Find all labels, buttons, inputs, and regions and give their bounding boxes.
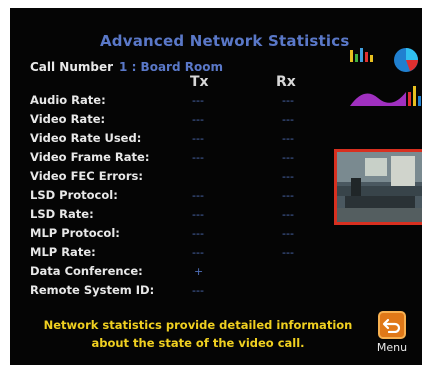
page-title: Advanced Network Statistics: [100, 32, 350, 50]
call-number-label: Call Number: [30, 60, 114, 74]
tx-data-conference: +: [194, 265, 204, 278]
menu-button[interactable]: Menu: [375, 311, 409, 359]
far-end-video-thumbnail: [334, 149, 422, 225]
row-label-video-rate-used: Video Rate Used:: [30, 131, 142, 145]
row-label-data-conference: Data Conference:: [30, 264, 143, 278]
call-number-value: 1 : Board Room: [119, 60, 223, 74]
tx-audio-rate: ---: [192, 94, 204, 107]
tx-lsd-rate: ---: [192, 208, 204, 221]
row-label-mlp-rate: MLP Rate:: [30, 245, 96, 259]
rx-lsd-protocol: ---: [282, 189, 294, 202]
tx-lsd-protocol: ---: [192, 189, 204, 202]
statistics-chart-icon: [350, 48, 421, 106]
rx-video-frame-rate: ---: [282, 151, 294, 164]
rx-audio-rate: ---: [282, 94, 294, 107]
rx-video-rate-used: ---: [282, 132, 294, 145]
return-arrow-icon: [378, 311, 406, 339]
tx-remote-system-id: ---: [192, 284, 204, 297]
info-message: Network statistics provide detailed info…: [43, 318, 353, 350]
rx-mlp-protocol: ---: [282, 227, 294, 240]
row-label-audio-rate: Audio Rate:: [30, 93, 106, 107]
rx-mlp-rate: ---: [282, 246, 294, 259]
row-label-video-fec-errors: Video FEC Errors:: [30, 169, 143, 183]
conference-room-image: [337, 152, 422, 222]
row-label-video-frame-rate: Video Frame Rate:: [30, 150, 150, 164]
row-label-lsd-protocol: LSD Protocol:: [30, 188, 118, 202]
call-number-row: Call Number 1 : Board Room: [30, 60, 223, 74]
row-label-lsd-rate: LSD Rate:: [30, 207, 94, 221]
row-label-mlp-protocol: MLP Protocol:: [30, 226, 120, 240]
tx-mlp-rate: ---: [192, 246, 204, 259]
tx-mlp-protocol: ---: [192, 227, 204, 240]
rx-video-fec-errors: ---: [282, 170, 294, 183]
menu-label: Menu: [376, 341, 408, 354]
tx-video-frame-rate: ---: [192, 151, 204, 164]
rx-column-header: Rx: [276, 74, 296, 90]
row-label-video-rate: Video Rate:: [30, 112, 106, 126]
tx-video-rate: ---: [192, 113, 204, 126]
rx-video-rate: ---: [282, 113, 294, 126]
network-statistics-screen: Advanced Network Statistics Call Number 1…: [10, 8, 422, 365]
rx-lsd-rate: ---: [282, 208, 294, 221]
row-label-remote-system-id: Remote System ID:: [30, 283, 155, 297]
tx-video-rate-used: ---: [192, 132, 204, 145]
tx-column-header: Tx: [190, 74, 209, 90]
